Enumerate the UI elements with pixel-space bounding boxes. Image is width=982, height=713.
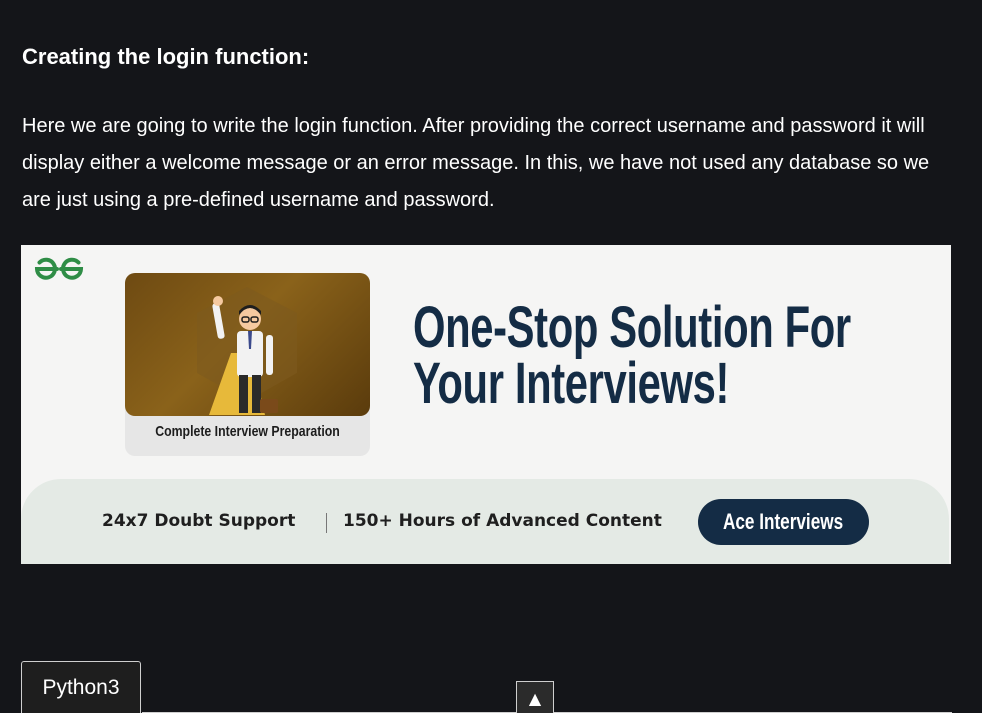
banner-headline-line1: One-Stop Solution For xyxy=(413,295,851,360)
ad-banner[interactable]: Complete Interview Preparation One-Stop … xyxy=(21,245,951,564)
feature-doubt-support: 24x7 Doubt Support xyxy=(102,511,296,531)
article-paragraph: Here we are going to write the login fun… xyxy=(22,115,930,211)
ace-interviews-button[interactable]: Ace Interviews xyxy=(698,499,869,545)
course-card-caption: Complete Interview Preparation xyxy=(155,423,340,440)
interview-illustration xyxy=(197,287,297,415)
tab-python3[interactable]: Python3 xyxy=(21,661,141,713)
gfg-logo-icon xyxy=(34,257,84,280)
banner-headline: One-Stop Solution For Your Interviews! xyxy=(413,295,851,416)
ace-interviews-label: Ace Interviews xyxy=(723,509,844,534)
feature-divider xyxy=(326,513,327,533)
scroll-to-top-button[interactable]: ▲ xyxy=(516,681,554,713)
course-card: Complete Interview Preparation xyxy=(125,273,370,456)
banner-headline-line2: Your Interviews! xyxy=(413,351,730,416)
course-card-image xyxy=(125,273,370,416)
up-arrow-icon: ▲ xyxy=(528,688,542,708)
tab-python3-label: Python3 xyxy=(42,676,120,699)
feature-content-hours: 150+ Hours of Advanced Content xyxy=(343,511,662,531)
section-heading: Creating the login function: xyxy=(22,44,310,69)
